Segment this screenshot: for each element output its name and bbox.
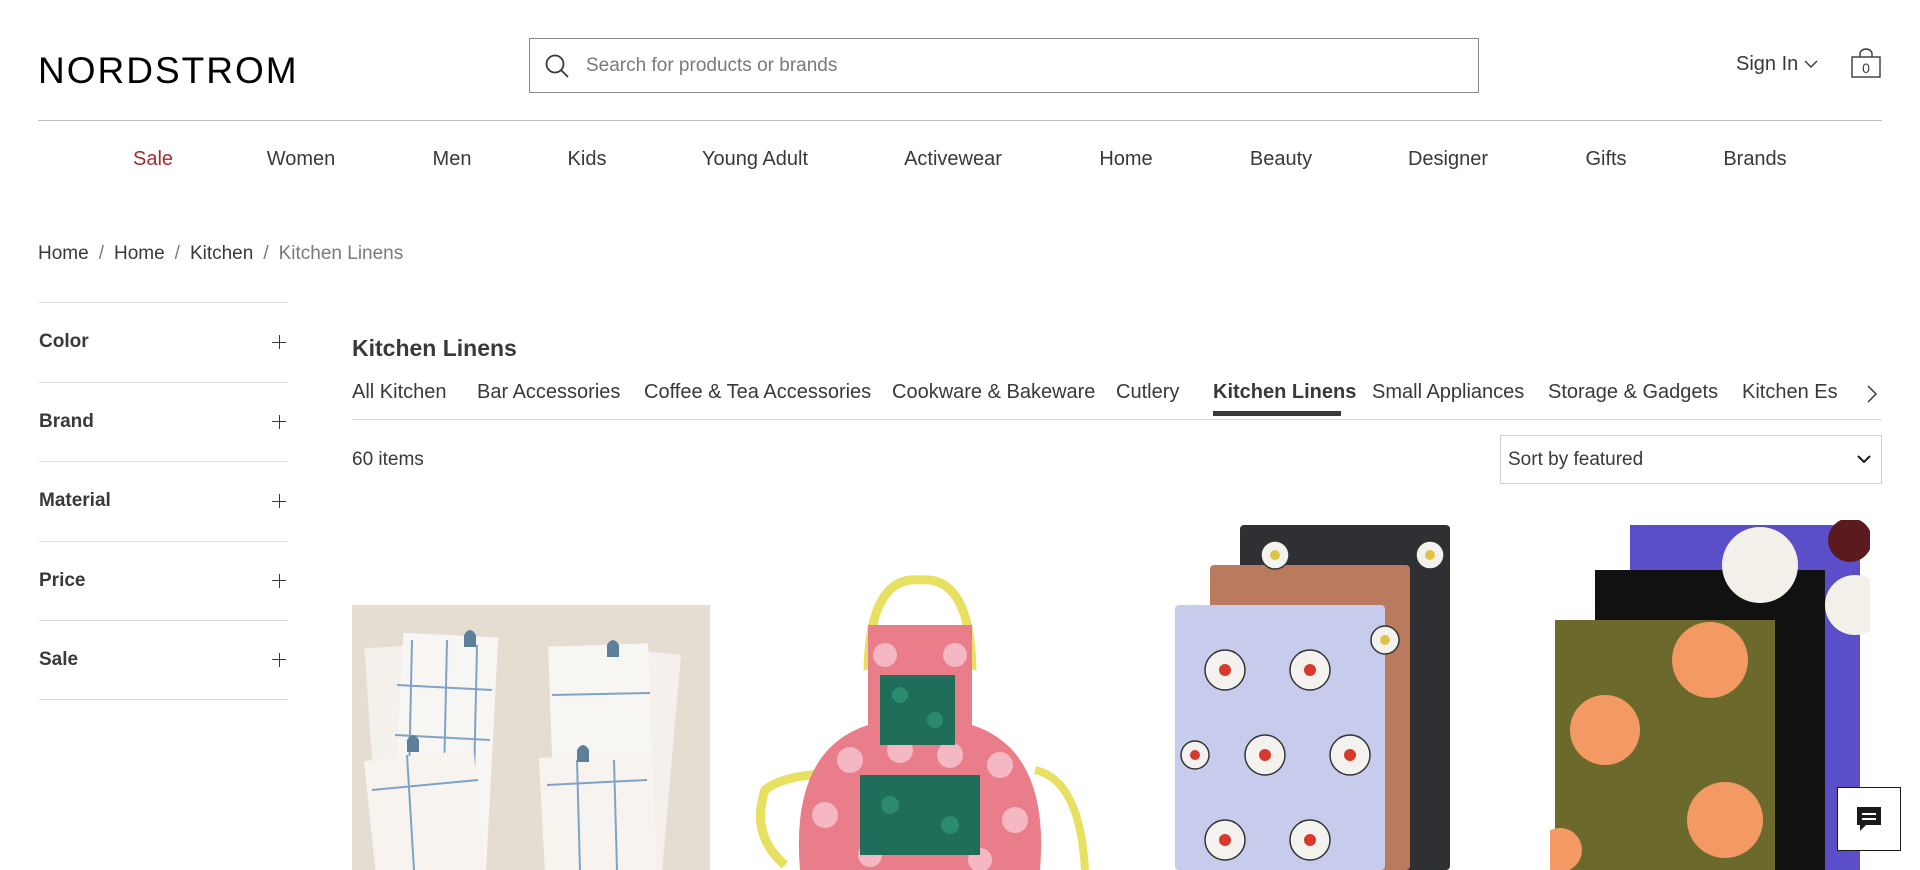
- product-image-dot-towels[interactable]: [1550, 520, 1870, 870]
- filter-label: Price: [39, 569, 86, 591]
- header-divider: [38, 120, 1882, 121]
- filter-material[interactable]: Material: [39, 461, 288, 541]
- filter-brand[interactable]: Brand: [39, 381, 288, 462]
- apron-image: [756, 575, 1089, 870]
- nav-item-young-adult[interactable]: Young Adult: [702, 148, 808, 171]
- filter-price[interactable]: Price: [39, 540, 288, 621]
- nav-item-designer[interactable]: Designer: [1408, 148, 1488, 171]
- bag-count: 0: [1862, 60, 1870, 76]
- breadcrumb: Home / Home / Kitchen / Kitchen Linens: [38, 243, 403, 265]
- nav-item-sale[interactable]: Sale: [133, 148, 173, 171]
- plus-icon: [272, 652, 286, 667]
- breadcrumb-home[interactable]: Home: [38, 243, 89, 265]
- chat-button[interactable]: [1837, 787, 1901, 851]
- tab-cookware-bakeware[interactable]: Cookware & Bakeware: [892, 381, 1095, 404]
- nav-item-gifts[interactable]: Gifts: [1585, 148, 1626, 171]
- breadcrumb-kitchen[interactable]: Kitchen: [190, 243, 253, 265]
- filter-label: Color: [39, 331, 89, 353]
- product-image-floral-towels[interactable]: [1160, 520, 1460, 870]
- shopping-bag-icon: 0: [1851, 48, 1881, 78]
- tab-all-kitchen[interactable]: All Kitchen: [352, 381, 447, 404]
- dot-towels-image: [1550, 520, 1870, 870]
- active-tab-indicator: [1213, 411, 1341, 416]
- product-image-tea-towels[interactable]: [352, 605, 710, 870]
- chat-icon: [1857, 807, 1881, 831]
- page-title: Kitchen Linens: [352, 335, 517, 361]
- plus-icon: [272, 335, 286, 350]
- breadcrumb-current: Kitchen Linens: [278, 243, 404, 264]
- tab-kitchen-essentials[interactable]: Kitchen Es: [1742, 381, 1838, 404]
- filter-sale[interactable]: Sale: [39, 620, 288, 700]
- chevron-down-icon: [1857, 455, 1871, 464]
- nav-item-home[interactable]: Home: [1099, 148, 1152, 171]
- nav-item-men[interactable]: Men: [433, 148, 472, 171]
- nav-item-women[interactable]: Women: [267, 148, 336, 171]
- nav-item-brands[interactable]: Brands: [1723, 148, 1786, 171]
- tab-storage-gadgets[interactable]: Storage & Gadgets: [1548, 381, 1718, 404]
- tab-kitchen-linens[interactable]: Kitchen Linens: [1213, 381, 1356, 404]
- plus-icon: [272, 573, 286, 588]
- sort-select[interactable]: Sort by featured: [1500, 435, 1882, 484]
- product-image-apron[interactable]: [750, 575, 1090, 870]
- chevron-down-icon: [1804, 60, 1818, 68]
- breadcrumb-home-category[interactable]: Home: [114, 243, 165, 265]
- tab-bar-accessories[interactable]: Bar Accessories: [477, 381, 620, 404]
- search-bar[interactable]: [529, 38, 1479, 93]
- filter-color[interactable]: Color: [39, 302, 288, 382]
- item-count: 60 items: [352, 449, 424, 470]
- tea-towels-image: [352, 605, 710, 870]
- category-tabs: All Kitchen Bar Accessories Coffee & Tea…: [352, 379, 1882, 420]
- filter-label: Material: [39, 490, 111, 512]
- shopping-bag-button[interactable]: 0: [1850, 48, 1882, 78]
- nav-item-beauty[interactable]: Beauty: [1250, 148, 1312, 171]
- breadcrumb-separator: /: [263, 243, 269, 264]
- tab-coffee-tea-accessories[interactable]: Coffee & Tea Accessories: [644, 381, 871, 404]
- tab-small-appliances[interactable]: Small Appliances: [1372, 381, 1524, 404]
- breadcrumb-separator: /: [98, 243, 104, 264]
- plus-icon: [272, 494, 286, 509]
- floral-towels-image: [1175, 525, 1450, 870]
- plus-icon: [272, 414, 286, 429]
- breadcrumb-separator: /: [174, 243, 180, 264]
- filter-label: Sale: [39, 648, 79, 670]
- nav-item-activewear[interactable]: Activewear: [904, 148, 1002, 171]
- sign-in-button[interactable]: Sign In: [1736, 53, 1818, 76]
- filter-label: Brand: [39, 410, 94, 432]
- nordstrom-logo[interactable]: NORDSTROM: [38, 50, 299, 92]
- sign-in-label: Sign In: [1736, 53, 1799, 75]
- chevron-right-icon: [1867, 385, 1878, 403]
- tabs-scroll-right-button[interactable]: [1862, 380, 1882, 408]
- search-icon: [545, 54, 569, 78]
- tab-cutlery[interactable]: Cutlery: [1116, 381, 1179, 404]
- nav-item-kids[interactable]: Kids: [568, 148, 607, 171]
- search-input[interactable]: [586, 54, 1478, 77]
- filter-panel: Color Brand Material Price Sale: [39, 302, 288, 700]
- sort-selected-value: Sort by featured: [1508, 448, 1644, 470]
